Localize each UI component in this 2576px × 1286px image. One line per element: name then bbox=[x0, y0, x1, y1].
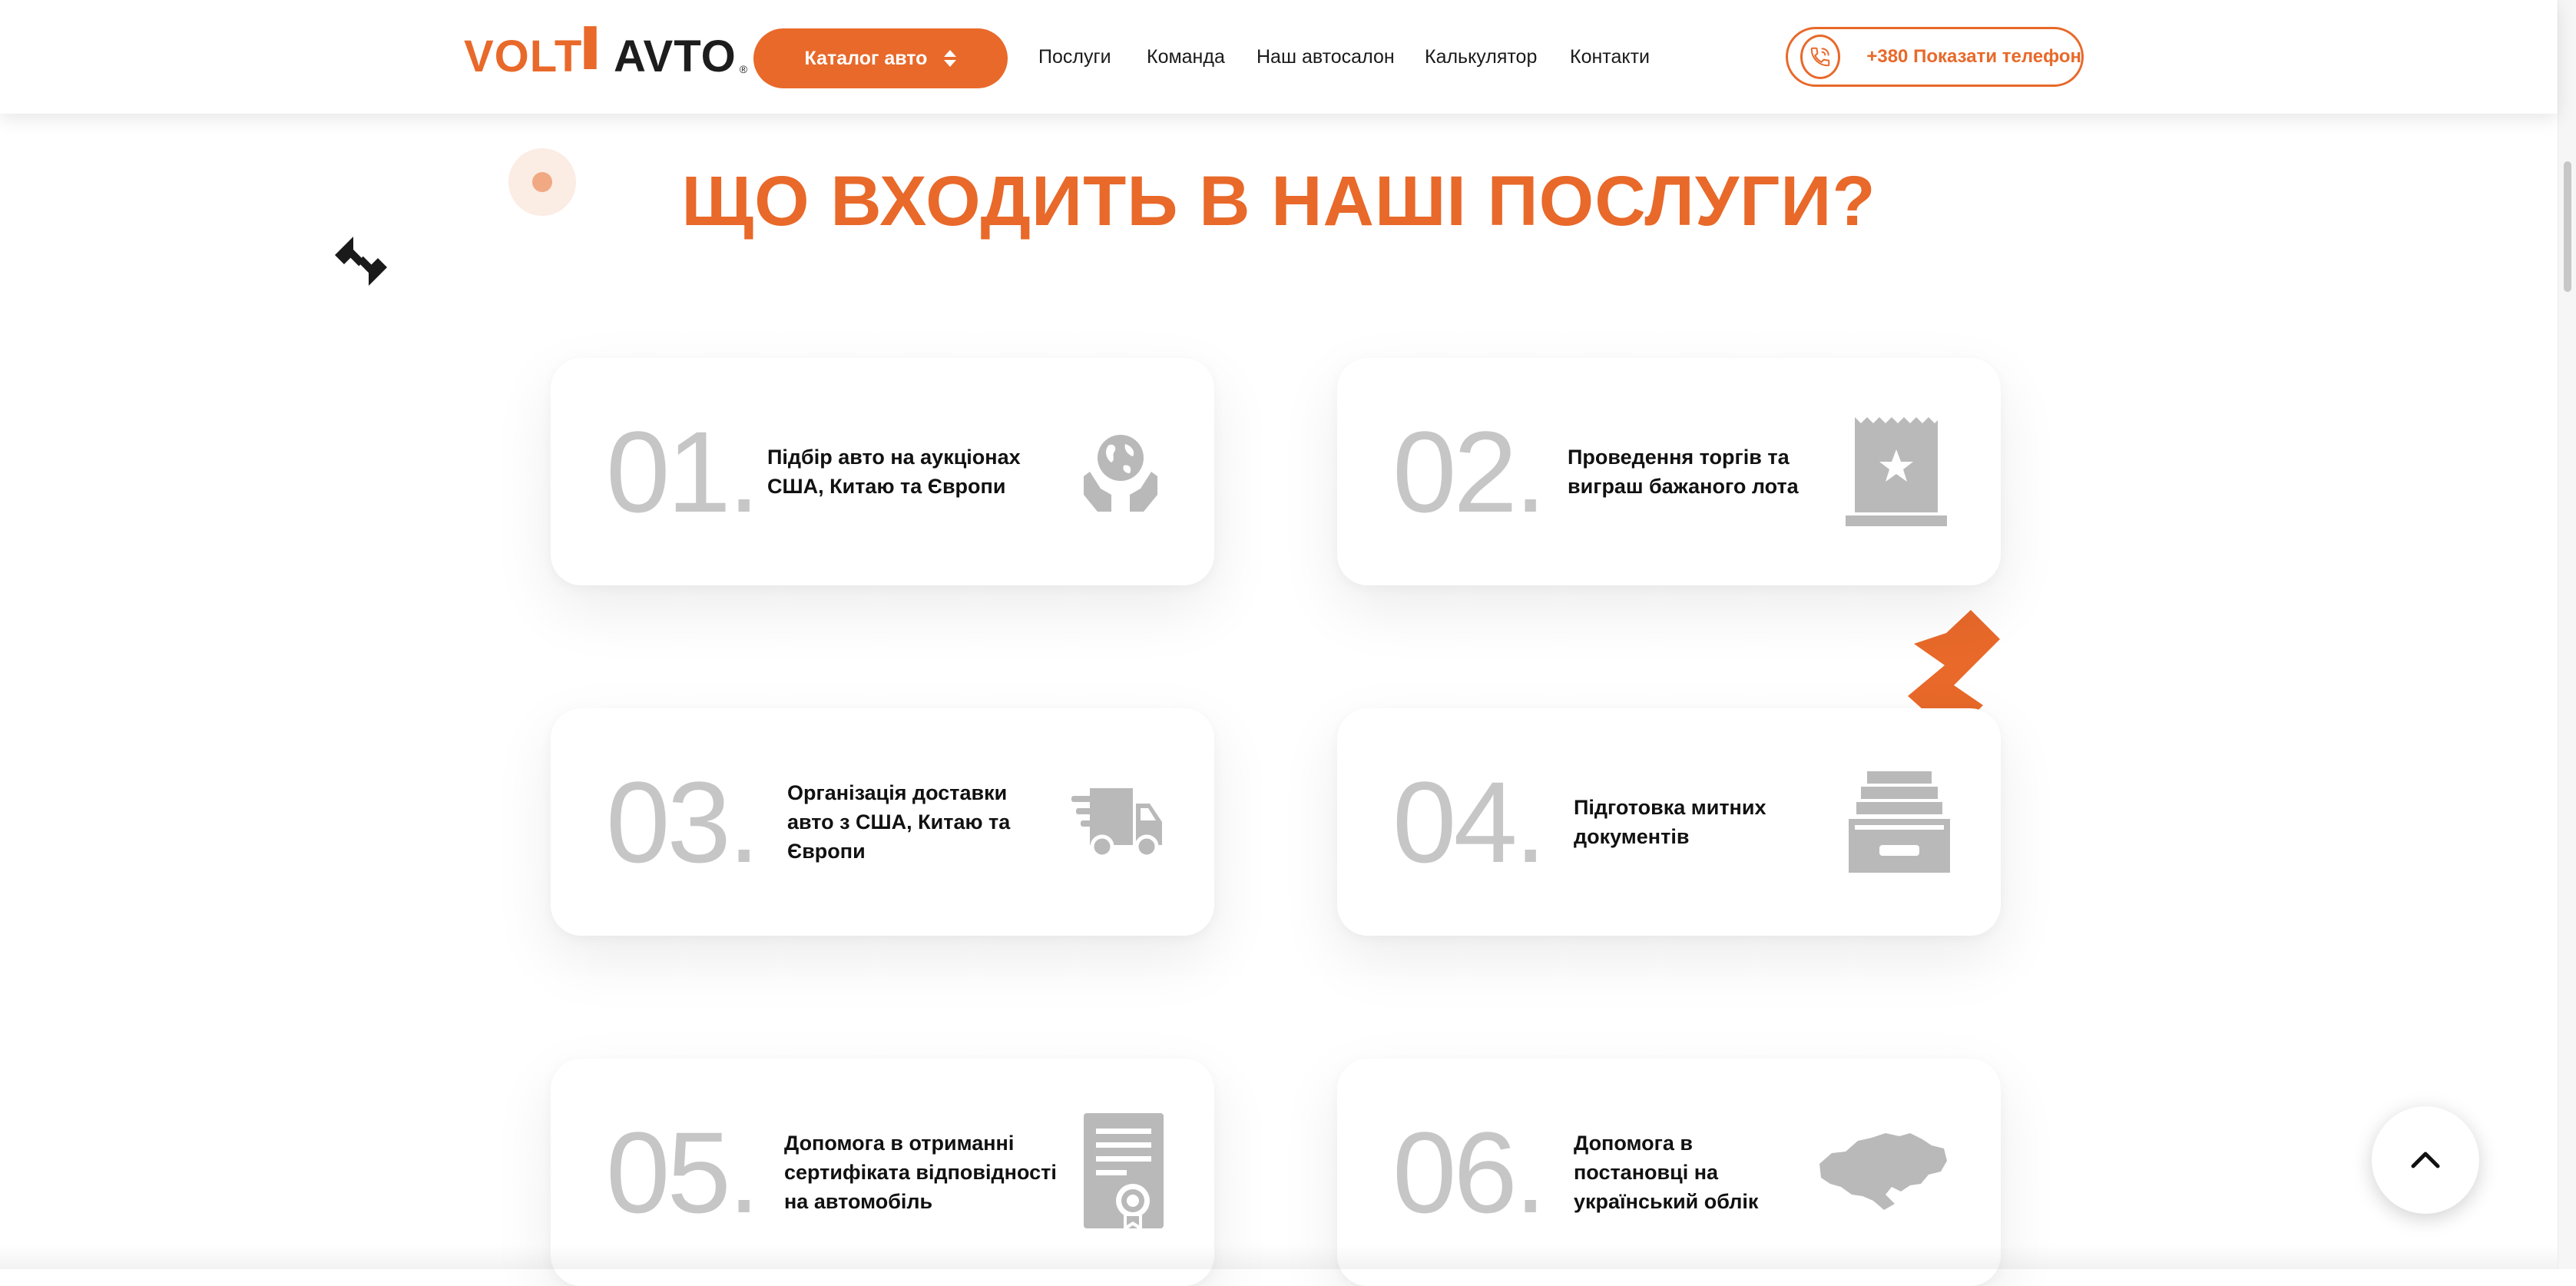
logo-mark-icon: ▌ bbox=[584, 26, 609, 66]
show-phone-label: +380 Показати телефон bbox=[1866, 46, 2081, 67]
service-text-line: авто з США, Китаю та bbox=[787, 810, 1011, 834]
site-logo[interactable]: VOLT ▌ AVTO ® bbox=[464, 26, 748, 81]
nav-item-calculator[interactable]: Калькулятор bbox=[1425, 40, 1537, 74]
site-header: VOLT ▌ AVTO ® Каталог авто Послуги Коман… bbox=[0, 0, 2558, 114]
service-card-2: 02. Проведення торгів та виграш бажаного… bbox=[1337, 358, 2001, 585]
service-text-line: США, Китаю та Європи bbox=[767, 475, 1006, 498]
delivery-truck-icon bbox=[1071, 788, 1162, 859]
service-text: Підготовка митних документів bbox=[1574, 793, 1766, 851]
service-text-line: сертифіката відповідності bbox=[784, 1161, 1057, 1184]
service-number: 01. bbox=[606, 407, 760, 536]
service-text: Допомога в отриманні сертифіката відпові… bbox=[784, 1129, 1057, 1216]
service-number: 03. bbox=[606, 757, 760, 887]
certificate-icon bbox=[1084, 1113, 1164, 1231]
service-text-line: виграш бажаного лота bbox=[1568, 475, 1799, 498]
chevron-up-icon bbox=[2411, 1152, 2440, 1168]
service-card-3: 03. Організація доставки авто з США, Кит… bbox=[551, 708, 1214, 936]
service-card-4: 04. Підготовка митних документів bbox=[1337, 708, 2001, 936]
nav-item-team[interactable]: Команда bbox=[1147, 40, 1225, 74]
nav-item-services[interactable]: Послуги bbox=[1038, 40, 1111, 74]
service-number: 02. bbox=[1392, 407, 1547, 536]
nav-item-showroom[interactable]: Наш автосалон bbox=[1257, 40, 1395, 74]
service-text-line: на автомобіль bbox=[784, 1190, 933, 1213]
scrollbar-thumb[interactable] bbox=[2564, 161, 2571, 292]
award-certificate-icon bbox=[1846, 417, 1947, 526]
service-text: Організація доставки авто з США, Китаю т… bbox=[787, 778, 1010, 866]
service-text: Підбір авто на аукціонах США, Китаю та Є… bbox=[767, 442, 1021, 501]
service-text: Проведення торгів та виграш бажаного лот… bbox=[1568, 442, 1799, 501]
nav-item-contacts[interactable]: Контакти bbox=[1570, 40, 1650, 74]
logo-registered: ® bbox=[739, 63, 748, 75]
service-number: 04. bbox=[1392, 757, 1547, 887]
service-text-line: Організація доставки bbox=[787, 781, 1008, 804]
service-text: Допомога в постановці на український обл… bbox=[1574, 1129, 1758, 1216]
ukraine-map-icon bbox=[1819, 1133, 1947, 1210]
page-scrollbar[interactable] bbox=[2558, 0, 2576, 1269]
service-text-line: постановці на bbox=[1574, 1161, 1719, 1184]
service-card-1: 01. Підбір авто на аукціонах США, Китаю … bbox=[551, 358, 1214, 585]
scroll-to-top-button[interactable] bbox=[2372, 1106, 2479, 1214]
service-text-line: Європи bbox=[787, 840, 866, 863]
service-text-line: документів bbox=[1574, 825, 1690, 848]
service-text-line: Підготовка митних bbox=[1574, 796, 1766, 819]
section-title: ЩО ВХОДИТЬ В НАШІ ПОСЛУГИ? bbox=[681, 162, 1876, 240]
service-text-line: Проведення торгів та bbox=[1568, 446, 1790, 469]
bottom-shadow bbox=[0, 1245, 2558, 1269]
catalog-button[interactable]: Каталог авто bbox=[753, 28, 1008, 88]
phone-icon bbox=[1800, 35, 1841, 79]
service-number: 05. bbox=[606, 1108, 760, 1237]
service-text-line: Підбір авто на аукціонах bbox=[767, 446, 1021, 469]
service-text-line: Допомога в отриманні bbox=[784, 1132, 1015, 1155]
service-number: 06. bbox=[1392, 1108, 1547, 1237]
document-tray-icon bbox=[1849, 771, 1950, 873]
catalog-button-label: Каталог авто bbox=[804, 47, 928, 69]
logo-avto: AVTO bbox=[613, 31, 737, 81]
service-text-line: український облік bbox=[1574, 1190, 1759, 1213]
show-phone-button[interactable]: +380 Показати телефон bbox=[1786, 27, 2084, 87]
globe-hands-icon bbox=[1084, 435, 1157, 512]
logo-volt: VOLT bbox=[464, 31, 583, 81]
sort-arrows-icon bbox=[944, 50, 957, 67]
service-text-line: Допомога в bbox=[1574, 1132, 1693, 1155]
